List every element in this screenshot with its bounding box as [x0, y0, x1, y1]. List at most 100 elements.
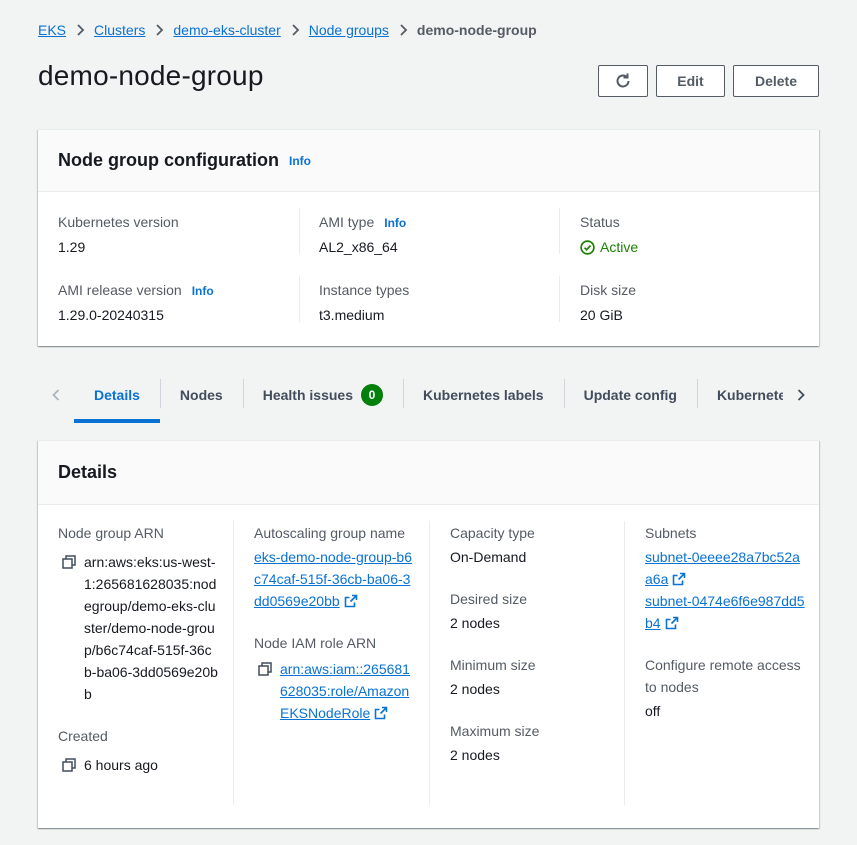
panel-title: Details — [58, 462, 118, 482]
subnet-item: subnet-0474e6f6e987dd5b4 — [645, 590, 805, 634]
breadcrumb-clusters[interactable]: Clusters — [94, 22, 145, 38]
autoscaling-group-name: eks-demo-node-group-b6c74caf-515f-36cb-b… — [254, 546, 414, 612]
chevron-right-icon — [145, 24, 173, 36]
field-label: Capacity type — [450, 525, 535, 541]
iam-role-link[interactable]: arn:aws:iam::265681628035:role/AmazonEKS… — [280, 661, 410, 721]
tab-nodes[interactable]: Nodes — [159, 366, 243, 424]
status-field: Status Active — [580, 214, 638, 255]
column-divider — [559, 208, 560, 254]
field-value: On-Demand — [450, 549, 527, 565]
column-divider — [624, 521, 625, 805]
field-value: 1.29 — [58, 239, 86, 255]
details-column-1: Node group ARN arn:aws:eks:us-west-1:265… — [58, 522, 218, 776]
copy-icon[interactable] — [254, 658, 276, 680]
field-label: Configure remote access to nodes — [645, 657, 801, 695]
field-value: 2 nodes — [450, 681, 500, 697]
tab-label: Health issues — [262, 387, 353, 403]
breadcrumb-current: demo-node-group — [416, 22, 537, 38]
field-value: arn:aws:eks:us-west-1:265681628035:nodeg… — [84, 554, 218, 702]
breadcrumb-node-groups[interactable]: Node groups — [309, 22, 389, 38]
field-label: Instance types — [319, 282, 410, 298]
tab-bar: Details Nodes Health issues 0 Kubernetes… — [38, 366, 819, 424]
info-link[interactable]: Info — [192, 284, 214, 298]
field-label: Node IAM role ARN — [254, 635, 377, 651]
breadcrumb: EKS Clusters demo-eks-cluster Node group… — [38, 20, 537, 40]
tab-scroll-right[interactable] — [783, 366, 819, 424]
external-link-icon — [344, 594, 357, 608]
panel-header: Node group configuration Info — [38, 130, 819, 192]
tab-scroll-left[interactable] — [38, 366, 74, 424]
page-title: demo-node-group — [38, 60, 264, 91]
field-value: t3.medium — [319, 307, 385, 323]
tab-list: Details Nodes Health issues 0 Kubernetes… — [74, 366, 783, 424]
details-column-2: Autoscaling group name eks-demo-node-gro… — [254, 522, 414, 724]
field-label: AMI release version Info — [58, 282, 214, 298]
refresh-button[interactable] — [598, 65, 648, 97]
subnet-item: subnet-0eeee28a7bc52aa6a — [645, 546, 805, 590]
column-divider — [299, 208, 300, 254]
panel-title: Node group configuration — [58, 150, 279, 170]
info-link[interactable]: Info — [384, 216, 406, 230]
column-divider — [233, 521, 234, 805]
ami-type-field: AMI type Info AL2_x86_64 — [319, 214, 406, 255]
details-panel: Details Node group ARN arn:aws:eks:us-we… — [38, 440, 819, 828]
node-group-configuration-panel: Node group configuration Info Kubernetes… — [38, 129, 819, 346]
chevron-right-icon — [66, 24, 94, 36]
field-value: 1.29.0-20240315 — [58, 307, 164, 323]
chevron-right-icon — [389, 24, 417, 36]
created-value: 6 hours ago — [58, 754, 218, 776]
edit-button[interactable]: Edit — [656, 65, 725, 97]
details-column-4: Subnets subnet-0eeee28a7bc52aa6a subnet-… — [645, 522, 805, 722]
info-link[interactable]: Info — [289, 154, 311, 168]
tab-update-config[interactable]: Update config — [563, 366, 697, 424]
disk-size-field: Disk size 20 GiB — [580, 282, 636, 323]
node-group-arn: arn:aws:eks:us-west-1:265681628035:nodeg… — [58, 551, 218, 705]
tab-details[interactable]: Details — [74, 366, 160, 424]
tab-health-issues[interactable]: Health issues 0 — [242, 366, 403, 424]
copy-icon[interactable] — [58, 551, 80, 573]
autoscaling-group-link[interactable]: eks-demo-node-group-b6c74caf-515f-36cb-b… — [254, 549, 412, 609]
status-value: Active — [580, 239, 638, 255]
field-label: AMI type Info — [319, 214, 407, 230]
field-label: Minimum size — [450, 657, 536, 673]
iam-role-arn: arn:aws:iam::265681628035:role/AmazonEKS… — [254, 658, 414, 724]
kubernetes-version-field: Kubernetes version 1.29 — [58, 214, 179, 255]
field-value: 2 nodes — [450, 747, 500, 763]
field-label: Autoscaling group name — [254, 525, 405, 541]
column-divider — [299, 276, 300, 322]
field-label: Node group ARN — [58, 525, 164, 541]
field-label: Disk size — [580, 282, 637, 298]
field-label: Created — [58, 728, 108, 744]
breadcrumb-eks[interactable]: EKS — [38, 22, 66, 38]
field-label: Status — [580, 214, 620, 230]
status-text: Active — [600, 239, 639, 255]
check-circle-icon — [580, 239, 595, 255]
column-divider — [429, 521, 430, 805]
field-label: Kubernetes version — [58, 214, 179, 230]
external-link-icon — [374, 706, 388, 720]
delete-button[interactable]: Delete — [733, 65, 819, 97]
refresh-icon — [614, 72, 632, 90]
details-column-3: Capacity type On-Demand Desired size 2 n… — [450, 522, 610, 766]
field-value: 2 nodes — [450, 615, 500, 631]
field-label: Maximum size — [450, 723, 540, 739]
field-value: 20 GiB — [580, 307, 623, 323]
copy-icon[interactable] — [58, 754, 80, 776]
tab-kubernetes-labels[interactable]: Kubernetes labels — [402, 366, 564, 424]
chevron-left-icon — [49, 388, 63, 402]
health-issues-count-badge: 0 — [360, 384, 383, 406]
field-value: AL2_x86_64 — [319, 239, 398, 255]
field-label: Subnets — [645, 525, 697, 541]
chevron-right-icon — [794, 388, 808, 402]
subnet-link[interactable]: subnet-0eeee28a7bc52aa6a — [645, 549, 800, 587]
instance-types-field: Instance types t3.medium — [319, 282, 409, 323]
breadcrumb-cluster[interactable]: demo-eks-cluster — [173, 22, 280, 38]
panel-header: Details — [38, 441, 819, 505]
external-link-icon — [673, 572, 686, 586]
field-value: off — [645, 703, 661, 719]
column-divider — [559, 276, 560, 322]
field-label: Desired size — [450, 591, 528, 607]
tab-kubernetes-taints[interactable]: Kubernetes — [696, 366, 783, 424]
chevron-right-icon — [281, 24, 309, 36]
external-link-icon — [665, 616, 678, 630]
